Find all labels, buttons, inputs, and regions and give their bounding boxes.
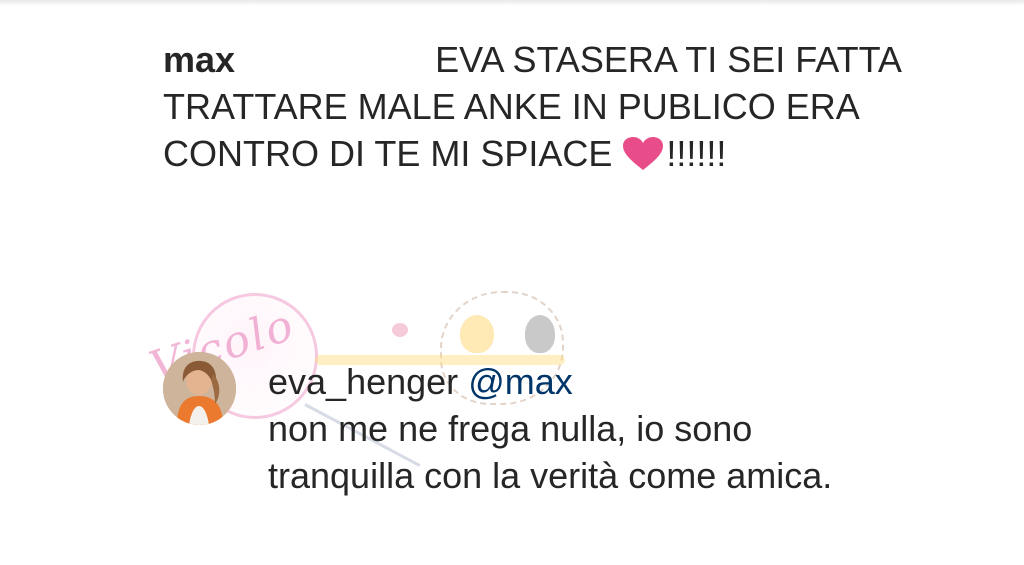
reply-username[interactable]: eva_henger — [268, 361, 458, 402]
avatar[interactable] — [163, 352, 236, 425]
comment-username[interactable]: max — [163, 39, 235, 80]
comment-trailing: !!!!!! — [666, 133, 727, 174]
comment: max EVA STASERA TI SEI FATTA TRATTARE MA… — [163, 36, 923, 177]
mention-link[interactable]: @max — [468, 361, 573, 402]
reply-body: eva_henger @max non me ne frega nulla, i… — [268, 358, 908, 499]
comment-text: EVA STASERA TI SEI FATTA TRATTARE MALE A… — [163, 39, 910, 174]
watermark-face-blonde — [460, 315, 494, 353]
reply-comment: eva_henger @max non me ne frega nulla, i… — [163, 352, 963, 552]
top-divider — [0, 0, 1024, 6]
paw-icon — [392, 323, 408, 337]
heart-icon — [622, 136, 664, 172]
watermark-face-dark — [525, 315, 555, 353]
reply-text: non me ne frega nulla, io sono tranquill… — [268, 408, 833, 496]
